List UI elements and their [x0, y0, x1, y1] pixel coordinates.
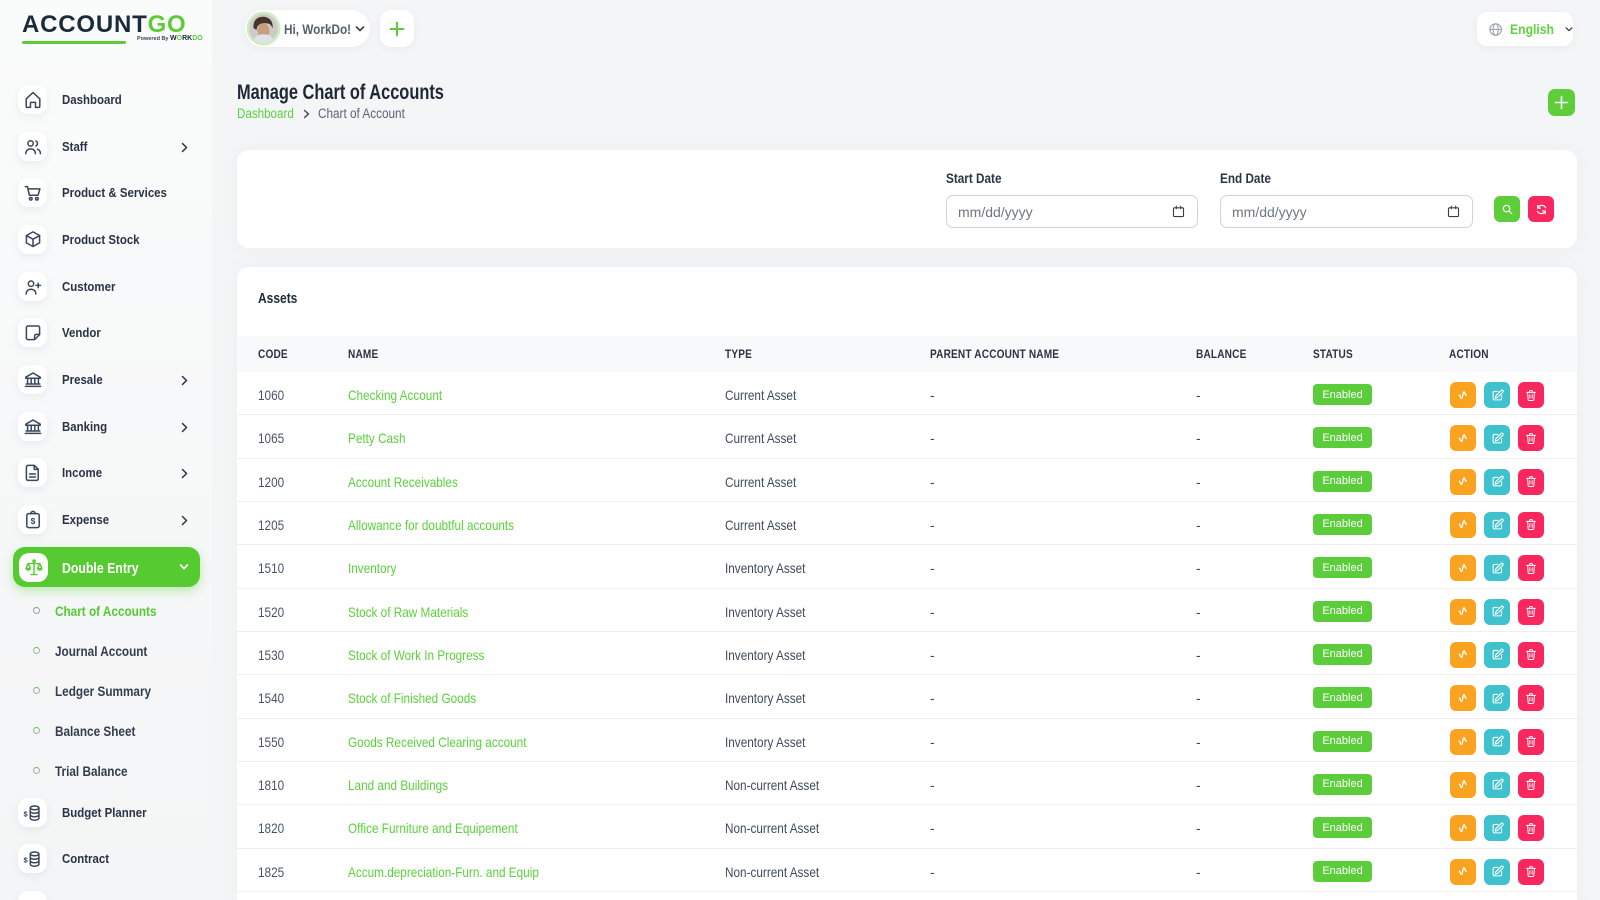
svg-text:$: $: [23, 855, 28, 864]
svg-text:$: $: [23, 809, 28, 818]
svg-text:$: $: [30, 515, 35, 525]
